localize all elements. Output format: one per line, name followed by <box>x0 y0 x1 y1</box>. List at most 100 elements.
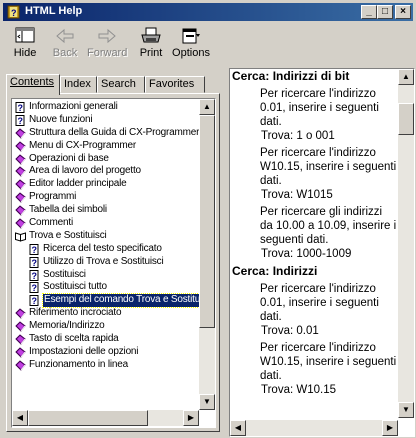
tree-item-label: Commenti <box>29 217 73 229</box>
tree-item-label: Menu di CX-Programmer <box>29 139 136 151</box>
scroll-down-arrow-icon[interactable]: ▼ <box>398 402 414 418</box>
tree-item[interactable]: ? Ricerca del testo specificato <box>14 243 199 256</box>
tree-horizontal-scrollbar[interactable]: ◀ ▶ <box>12 410 199 426</box>
options-icon <box>182 28 200 44</box>
tab-search[interactable]: Search <box>97 76 145 93</box>
tree-item[interactable]: ? Sostituisci tutto <box>14 281 199 294</box>
tree-item-label: Tabella dei simboli <box>29 204 107 216</box>
tree-item-label: Editor ladder principale <box>29 178 127 190</box>
tree-item-label: Struttura della Guida di CX-Programmer <box>29 126 200 138</box>
back-arrow-icon <box>56 28 74 44</box>
scroll-down-arrow-icon[interactable]: ▼ <box>199 394 215 410</box>
forward-button[interactable]: Forward <box>87 24 127 66</box>
find-value: Trova: 0.01 <box>261 325 319 337</box>
paragraph: Per ricercare l'indirizzo 0.01, inserire… <box>260 283 379 323</box>
topic-horizontal-scrollbar[interactable]: ◀ ▶ <box>230 420 398 436</box>
tree-item[interactable]: Funzionamento in linea <box>14 359 199 372</box>
tree-item[interactable]: Impostazioni delle opzioni <box>14 346 199 359</box>
tree-item[interactable]: ? Utilizzo di Trova e Sostituisci <box>14 256 199 269</box>
tree-item[interactable]: Programmi <box>14 191 199 204</box>
tree-item-label: Area di lavoro del progetto <box>29 165 141 177</box>
contents-tree[interactable]: ? Informazioni generali? Nuove funzioni Str… <box>11 98 216 428</box>
svg-text:?: ? <box>18 116 23 126</box>
tab-contents[interactable]: Contents <box>6 74 60 95</box>
tree-item-label: Trova e Sostituisci <box>29 229 107 241</box>
tree-item[interactable]: Editor ladder principale <box>14 178 199 191</box>
scroll-up-arrow-icon[interactable]: ▲ <box>199 99 215 115</box>
tree-item-label: Funzionamento in linea <box>29 358 128 370</box>
tree-item[interactable]: Memoria/Indirizzo <box>14 320 199 333</box>
tree-item[interactable]: Tasto di scelta rapida <box>14 333 199 346</box>
book-closed-icon <box>15 308 26 319</box>
svg-text:?: ? <box>32 271 37 281</box>
tree-item-label: Ricerca del testo specificato <box>43 242 162 254</box>
minimize-button[interactable]: _ <box>361 5 377 19</box>
options-button[interactable]: Options <box>171 24 211 66</box>
topic-vertical-scrollbar[interactable]: ▲ ▼ <box>398 69 414 418</box>
scroll-left-arrow-icon[interactable]: ◀ <box>12 410 28 426</box>
topic-scroll-thumb[interactable] <box>398 103 414 135</box>
toolbar: Hide Back Forward Print Options <box>3 22 413 68</box>
back-button[interactable]: Back <box>45 24 85 66</box>
find-value: Trova: 1000-1009 <box>261 248 352 260</box>
scroll-up-arrow-icon[interactable]: ▲ <box>398 69 414 85</box>
tree-item[interactable]: Commenti <box>14 217 199 230</box>
forward-label: Forward <box>87 47 128 59</box>
scroll-right-arrow-icon[interactable]: ▶ <box>183 410 199 426</box>
tree-item-label: Esempi del comando Trova e Sostituisci <box>42 293 215 309</box>
title-bar[interactable]: ? HTML Help _ □ × <box>3 3 413 21</box>
tree-item[interactable]: Area di lavoro del progetto <box>14 165 199 178</box>
tree-item-label: Nuove funzioni <box>29 113 93 125</box>
book-closed-icon <box>15 192 26 203</box>
tab-favorites-label: Favorites <box>149 78 195 90</box>
tree-item[interactable]: Operazioni di base <box>14 153 199 166</box>
tree-item-label: Operazioni di base <box>29 152 109 164</box>
heading-addresses: Cerca: Indirizzi <box>232 264 318 278</box>
page-question-icon: ? <box>29 256 40 268</box>
tree-scroll-thumb[interactable] <box>199 115 215 328</box>
book-closed-icon <box>15 347 26 358</box>
scroll-left-arrow-icon[interactable]: ◀ <box>230 420 246 436</box>
tree-item[interactable]: Trova e Sostituisci <box>14 230 199 243</box>
svg-text:?: ? <box>32 296 37 306</box>
tab-index[interactable]: Index <box>60 76 97 93</box>
tab-contents-label: Contents <box>10 76 55 88</box>
print-button[interactable]: Print <box>131 24 171 66</box>
tree-hscroll-thumb[interactable] <box>28 410 148 426</box>
tree-item[interactable]: Struttura della Guida di CX-Programmer <box>14 127 199 140</box>
hide-button[interactable]: Hide <box>5 24 45 66</box>
tree-item[interactable]: ? Sostituisci <box>14 269 199 282</box>
close-button[interactable]: × <box>395 5 411 19</box>
page-question-icon: ? <box>29 243 40 255</box>
topic-pane: Cerca: Indirizzi di bit Per ricercare l'… <box>229 68 415 437</box>
svg-text:?: ? <box>32 258 37 268</box>
book-closed-icon <box>15 179 26 191</box>
tree-item[interactable]: ? Nuove funzioni <box>14 114 199 127</box>
tree-item[interactable]: Menu di CX-Programmer <box>14 140 199 153</box>
tree-vertical-scrollbar[interactable]: ▲ ▼ <box>199 99 215 410</box>
print-label: Print <box>139 47 163 59</box>
book-closed-icon <box>15 218 26 229</box>
book-closed-icon <box>15 321 26 332</box>
topic-content: Cerca: Indirizzi di bit Per ricercare l'… <box>232 69 398 397</box>
maximize-button[interactable]: □ <box>377 5 393 19</box>
tab-search-label: Search <box>101 78 136 90</box>
scroll-right-arrow-icon[interactable]: ▶ <box>382 420 398 436</box>
find-value: Trova: W10.15 <box>261 384 336 396</box>
paragraph: Per ricercare l'indirizzo 0.01, inserire… <box>260 88 379 128</box>
paragraph: Per ricercare l'indirizzo W10.15, inseri… <box>260 342 397 382</box>
tree-item-label: Informazioni generali <box>29 101 118 112</box>
tree-item[interactable]: Riferimento incrociato <box>14 307 199 320</box>
tree-item[interactable]: ? Informazioni generali <box>14 101 199 114</box>
svg-text:?: ? <box>18 103 23 113</box>
tab-favorites[interactable]: Favorites <box>145 76 205 93</box>
paragraph: Per ricercare l'indirizzo W10.15, inseri… <box>260 147 397 187</box>
tab-index-label: Index <box>64 78 91 90</box>
help-book-icon: ? <box>6 4 22 20</box>
book-closed-icon <box>15 334 26 345</box>
tree-item[interactable]: ? Esempi del comando Trova e Sostituisci <box>14 293 215 309</box>
svg-text:?: ? <box>11 8 17 18</box>
tree-item[interactable]: Tabella dei simboli <box>14 204 199 217</box>
tree-list: ? Informazioni generali? Nuove funzioni Str… <box>14 101 215 372</box>
back-label: Back <box>52 47 78 59</box>
